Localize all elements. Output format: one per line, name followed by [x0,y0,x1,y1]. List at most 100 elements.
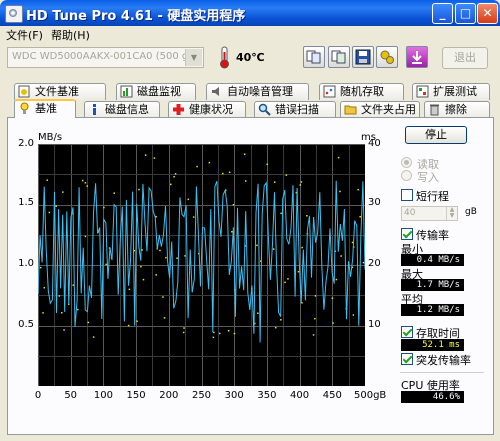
tab-folder-usage[interactable]: 文件夹占用 [340,101,420,118]
write-radio[interactable] [401,170,412,181]
tab-disk-info[interactable]: 磁盘信息 [84,101,160,118]
access-time-point [138,188,140,191]
access-time-point [231,231,233,233]
drive-select[interactable]: WDC WD5000AAKX-001CA0 (500 gB) ▼ [7,47,204,68]
cpu-usage-value: 46.6% [401,391,464,403]
burst-rate-checkbox[interactable] [401,353,413,365]
access-time-point [232,204,235,206]
access-time-point [196,165,198,168]
access-time-point [77,308,79,311]
access-time-point [84,182,87,184]
access-time-point [58,295,61,297]
options-icon[interactable] [376,46,398,68]
access-time-point [136,320,138,322]
tab-random-access[interactable]: 随机存取 [319,83,404,100]
access-time-point [128,288,131,291]
access-time-point [63,329,65,331]
window-title: HD Tune Pro 4.61 - 硬盘实用程序 [26,9,246,24]
minimize-button[interactable]: _ [432,3,453,24]
tab-health[interactable]: 健康状况 [168,101,246,118]
tab-label: 擦除 [445,103,467,116]
tab-error-scan[interactable]: 错误扫描 [254,101,336,118]
access-time-point [312,334,315,336]
file-benchmark-icon [18,85,30,98]
divider [400,372,484,373]
access-time-checkbox[interactable] [401,326,413,338]
tab-file-benchmark[interactable]: 文件基准 [14,83,106,100]
tab-extended-test[interactable]: 扩展测试 [412,83,490,100]
access-time-point [299,184,301,186]
tab-label: 健康状况 [189,103,233,116]
access-time-point [105,263,107,266]
access-time-point [256,244,258,247]
speaker-icon [212,87,219,96]
access-time-point [314,317,316,320]
access-time-point [362,261,365,264]
short-stroke-label: 短行程 [416,190,449,203]
exit-button[interactable]: 退出 [442,47,488,69]
health-cross-icon [173,104,184,115]
short-stroke-value: 40 [404,208,416,218]
copy-text-icon[interactable] [328,46,350,68]
tab-label: 磁盘信息 [105,103,149,116]
access-time-point [331,297,334,299]
x-tick-label: 100 [93,390,113,401]
benchmark-icon [20,102,29,114]
short-stroke-checkbox[interactable] [401,189,413,201]
access-time-point [340,255,342,257]
access-time-point [222,172,224,175]
y-tick-left: 1.0 [18,258,34,269]
tab-disk-monitor[interactable]: 磁盘监视 [116,83,196,100]
access-time-point [127,324,130,327]
access-time-point [208,161,211,164]
y-tick-right: 40 [368,138,381,149]
access-time-point [243,153,246,155]
chevron-down-icon[interactable]: ▼ [185,49,202,66]
copy-info-icon[interactable] [303,46,325,68]
stop-button[interactable]: 停止 [405,126,467,144]
title-bar[interactable]: HD Tune Pro 4.61 - 硬盘实用程序 _ □ ✕ [0,0,500,26]
access-time-point [155,274,157,276]
access-time-point [153,157,156,159]
download-icon[interactable] [406,46,428,68]
access-time-point [192,216,195,218]
short-stroke-spinner[interactable]: 40 ▲ ▼ [401,206,458,221]
close-button[interactable]: ✕ [477,3,498,24]
access-time-point [275,326,277,329]
access-time-point [335,278,338,281]
x-tick-label: 0 [34,390,42,401]
save-icon[interactable] [352,46,374,68]
y-axis-left-label: MB/s [38,132,63,143]
maximize-button[interactable]: □ [455,3,476,24]
access-time-point [92,336,95,338]
access-time-point [245,180,247,182]
access-time-point [163,317,166,319]
access-time-point [227,330,230,332]
access-time-point [39,266,42,269]
access-time-point [176,257,178,259]
tab-noise-management[interactable]: 自动噪音管理 [206,83,309,100]
info-icon [93,104,96,115]
transfer-rate-checkbox[interactable] [401,228,413,240]
access-time-value: 52.1 ms [401,339,464,351]
menu-help[interactable]: 帮助(H) [51,27,90,43]
access-time-point [142,278,145,281]
x-tick-label: 500gB [354,390,387,401]
menu-file[interactable]: 文件(F) [6,27,43,43]
access-time-point [84,235,87,238]
benchmark-chart [38,144,365,386]
access-time-point [46,179,48,181]
access-time-point [183,327,185,329]
y-tick-left: 0.5 [18,319,34,330]
tab-erase[interactable]: 擦除 [424,101,490,118]
spinner-arrows-icon[interactable]: ▲ ▼ [446,207,457,220]
read-radio[interactable] [401,157,412,168]
tab-benchmark[interactable]: 基准 [14,99,76,118]
y-tick-right: 20 [368,258,381,269]
access-time-point [212,336,215,339]
access-time-point [87,321,90,324]
tab-label: 文件夹占用 [361,103,416,116]
tab-label: 磁盘监视 [137,85,181,98]
access-time-point [233,332,236,335]
x-tick-label: 150 [126,390,146,401]
